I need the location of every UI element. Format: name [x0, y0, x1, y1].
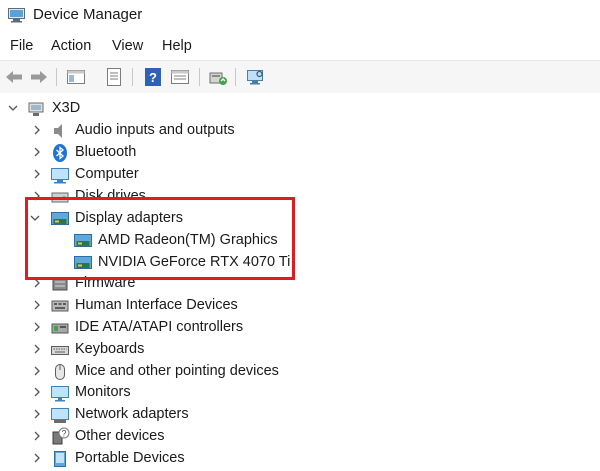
- tree-item-mice[interactable]: Mice and other pointing devices: [0, 361, 600, 383]
- tree-item-label: Disk drives: [75, 188, 146, 204]
- tree-child-amd-radeon[interactable]: AMD Radeon(TM) Graphics: [0, 230, 600, 252]
- chevron-right-icon[interactable]: [30, 451, 44, 465]
- chevron-right-icon[interactable]: [30, 407, 44, 421]
- menu-action[interactable]: Action: [51, 38, 91, 54]
- tree-item-computer[interactable]: Computer: [0, 164, 600, 186]
- tree-item-other-devices[interactable]: ? Other devices: [0, 426, 600, 448]
- tree-item-label: Mice and other pointing devices: [75, 363, 279, 379]
- tree-item-label: Keyboards: [75, 341, 145, 357]
- menu-help[interactable]: Help: [162, 38, 192, 54]
- tree-child-label: AMD Radeon(TM) Graphics: [98, 232, 278, 248]
- chevron-right-icon[interactable]: [30, 429, 44, 443]
- toolbar: ?: [0, 60, 600, 94]
- disk-drive-icon: [51, 192, 69, 203]
- tree-item-label: Monitors: [75, 384, 131, 400]
- display-adapter-icon: [74, 256, 92, 269]
- scan-hardware-icon[interactable]: [245, 67, 265, 87]
- tree-child-nvidia-geforce[interactable]: NVIDIA GeForce RTX 4070 Ti: [0, 252, 600, 274]
- chevron-right-icon[interactable]: [30, 123, 44, 137]
- tree-item-label: Other devices: [75, 428, 165, 444]
- toolbar-separator: [235, 68, 236, 86]
- chevron-right-icon[interactable]: [30, 189, 44, 203]
- tree-item-portable-devices[interactable]: Portable Devices: [0, 448, 600, 470]
- tree-item-audio[interactable]: Audio inputs and outputs: [0, 120, 600, 142]
- network-adapter-icon: [51, 408, 69, 423]
- menu-view[interactable]: View: [112, 38, 143, 54]
- ide-controller-icon: [51, 323, 69, 334]
- tree-item-label: Display adapters: [75, 210, 183, 226]
- menu-file[interactable]: File: [10, 38, 33, 54]
- toolbar-separator: [132, 68, 133, 86]
- help-icon[interactable]: ?: [143, 67, 163, 87]
- forward-arrow-icon[interactable]: [29, 67, 49, 87]
- chevron-down-icon[interactable]: [28, 211, 42, 225]
- chevron-down-icon[interactable]: [6, 101, 20, 115]
- mouse-icon: [55, 364, 65, 380]
- properties-icon[interactable]: [104, 67, 124, 87]
- tree-item-monitors[interactable]: Monitors: [0, 382, 600, 404]
- display-adapter-icon: [51, 212, 69, 225]
- chevron-right-icon[interactable]: [30, 342, 44, 356]
- chevron-right-icon[interactable]: [30, 145, 44, 159]
- computer-icon: [51, 168, 69, 184]
- chevron-right-icon[interactable]: [30, 167, 44, 181]
- tree-item-firmware[interactable]: Firmware: [0, 273, 600, 295]
- tree-root[interactable]: X3D: [0, 98, 600, 120]
- chevron-right-icon[interactable]: [30, 320, 44, 334]
- display-adapter-icon: [74, 234, 92, 247]
- window-title: Device Manager: [33, 6, 143, 23]
- hid-icon: [51, 300, 69, 312]
- tree-item-keyboards[interactable]: Keyboards: [0, 339, 600, 361]
- tree-item-label: Network adapters: [75, 406, 189, 422]
- tree-item-label: Firmware: [75, 275, 136, 291]
- tree-item-network-adapters[interactable]: Network adapters: [0, 404, 600, 426]
- bluetooth-icon: [53, 144, 67, 162]
- tree-item-display-adapters[interactable]: Display adapters: [0, 208, 600, 230]
- firmware-icon: [52, 277, 68, 291]
- portable-device-icon: [54, 451, 66, 467]
- tree-item-label: Human Interface Devices: [75, 297, 238, 313]
- tree-item-ide[interactable]: IDE ATA/ATAPI controllers: [0, 317, 600, 339]
- chevron-right-icon[interactable]: [30, 298, 44, 312]
- back-arrow-icon[interactable]: [4, 67, 24, 87]
- toolbar-separator: [199, 68, 200, 86]
- tree-root-label: X3D: [52, 100, 81, 116]
- tree-item-label: Computer: [75, 166, 139, 182]
- computer-root-icon: [28, 102, 44, 116]
- unknown-device-icon: ?: [52, 427, 70, 445]
- chevron-right-icon[interactable]: [30, 385, 44, 399]
- tree-item-label: Portable Devices: [75, 450, 185, 466]
- tree-item-disk-drives[interactable]: Disk drives: [0, 186, 600, 208]
- tree-child-label: NVIDIA GeForce RTX 4070 Ti: [98, 254, 291, 270]
- monitor-icon: [51, 386, 69, 402]
- keyboard-icon: [51, 346, 69, 355]
- title-bar: Device Manager: [0, 0, 600, 33]
- update-driver-icon[interactable]: [208, 67, 228, 87]
- toolbar-separator: [56, 68, 57, 86]
- tree-item-bluetooth[interactable]: Bluetooth: [0, 142, 600, 164]
- menu-bar: File Action View Help: [0, 33, 600, 59]
- svg-text:?: ?: [149, 70, 157, 85]
- speaker-icon: [54, 124, 62, 138]
- tree-item-label: IDE ATA/ATAPI controllers: [75, 319, 244, 335]
- device-tree: X3D Audio inputs and outputs Bluetooth C…: [0, 93, 600, 471]
- tree-item-hid[interactable]: Human Interface Devices: [0, 295, 600, 317]
- show-hide-tree-icon[interactable]: [66, 67, 86, 87]
- tree-item-label: Audio inputs and outputs: [75, 122, 235, 138]
- view-icon[interactable]: [170, 67, 190, 87]
- tree-item-label: Bluetooth: [75, 144, 137, 160]
- chevron-right-icon[interactable]: [30, 276, 44, 290]
- device-manager-icon: [8, 8, 25, 23]
- svg-text:?: ?: [61, 429, 66, 439]
- chevron-right-icon[interactable]: [30, 364, 44, 378]
